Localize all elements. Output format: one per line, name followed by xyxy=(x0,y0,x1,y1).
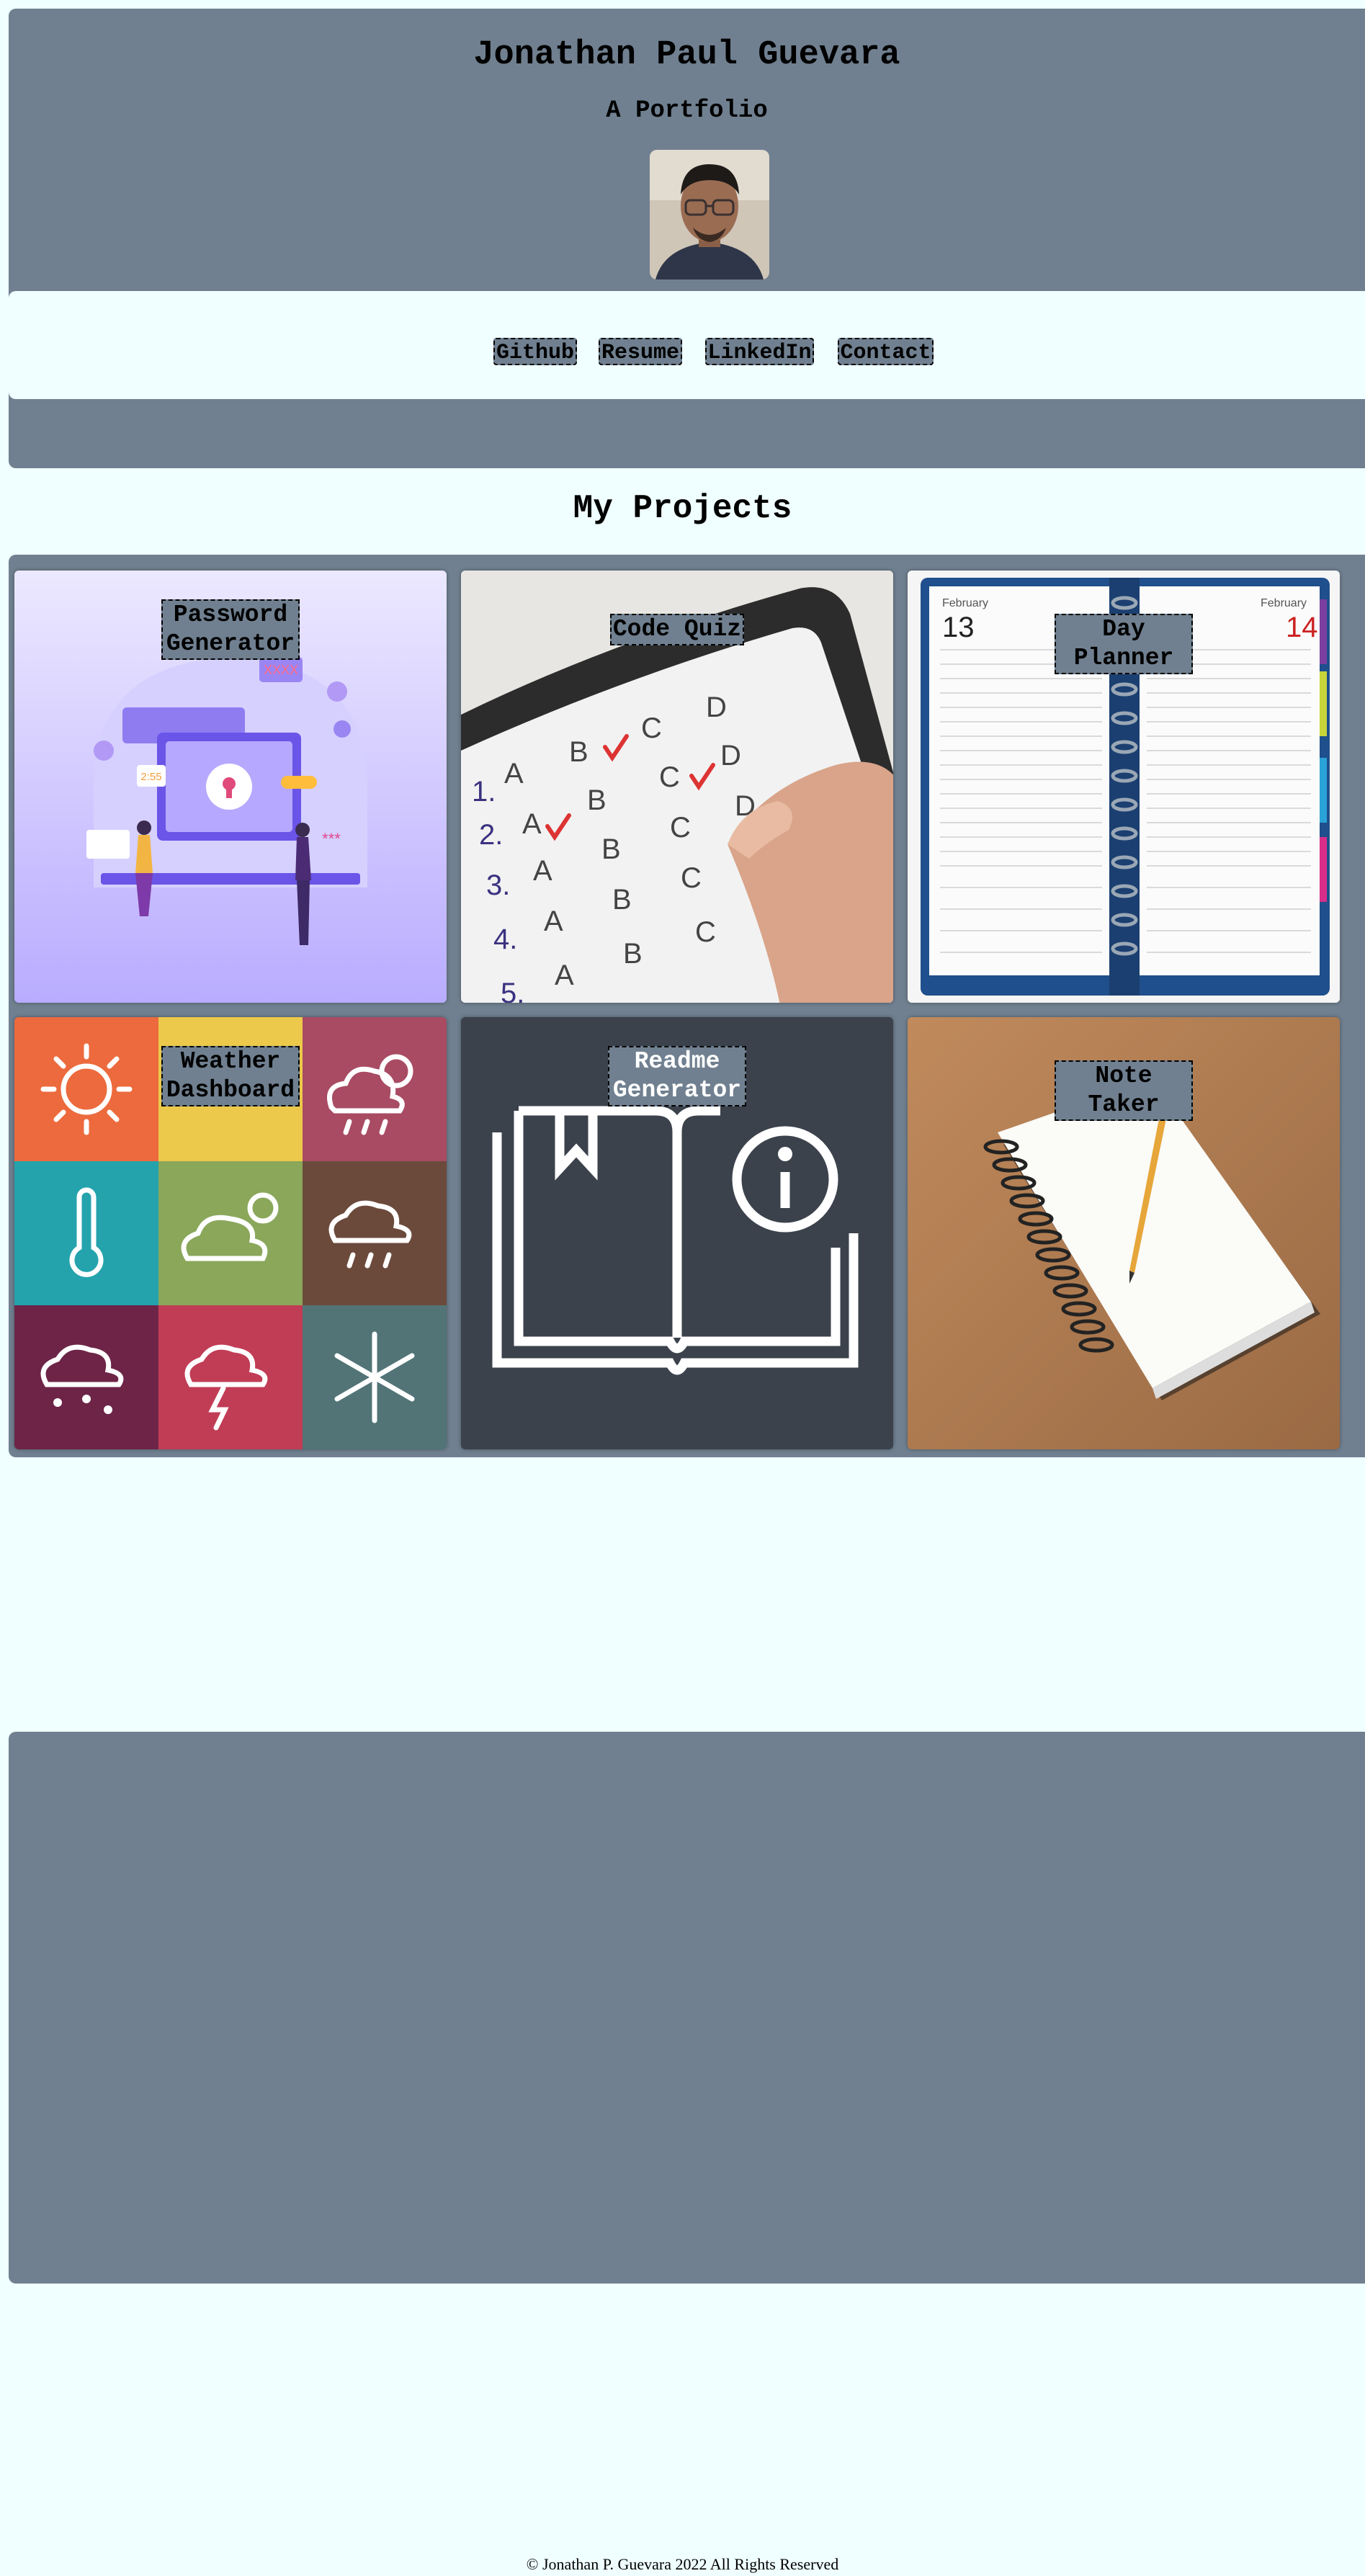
quiz-option-label: A xyxy=(533,855,552,887)
project-title-code-quiz: Code Quiz xyxy=(609,614,745,645)
projects-heading: My Projects xyxy=(573,490,792,527)
quiz-row-label: 3. xyxy=(486,869,510,901)
profile-photo xyxy=(650,150,769,279)
code-art-label: XXXX xyxy=(264,663,298,677)
quiz-option-label: A xyxy=(522,808,542,840)
nav-contact-link[interactable]: Contact xyxy=(838,338,934,365)
project-title-password-generator: Password Generator xyxy=(161,599,300,660)
project-title-weather-dashboard: Weather Dashboard xyxy=(161,1046,300,1106)
quiz-row-label: 2. xyxy=(479,819,503,851)
contact-panel xyxy=(9,1732,1365,2284)
quiz-option-label: D xyxy=(720,740,741,772)
quiz-option-label: C xyxy=(659,761,680,793)
quiz-option-label: B xyxy=(569,736,588,768)
nav-github-link[interactable]: Github xyxy=(493,338,577,365)
quiz-row-label: 1. xyxy=(472,776,496,808)
quiz-row-label: 5. xyxy=(501,978,524,1003)
project-card-note-taker[interactable]: Note Taker xyxy=(908,1017,1340,1449)
quiz-option-label: A xyxy=(544,905,563,937)
site-header: Jonathan Paul Guevara A Portfolio Github… xyxy=(9,9,1365,468)
project-card-readme-generator[interactable]: Readme Generator xyxy=(461,1017,893,1449)
project-title-day-planner: Day Planner xyxy=(1055,614,1193,674)
project-title-note-taker: Note Taker xyxy=(1055,1060,1193,1121)
quiz-option-label: C xyxy=(670,812,691,844)
nav-resume-link[interactable]: Resume xyxy=(599,338,682,365)
quiz-row-label: 4. xyxy=(493,923,517,955)
quiz-option-label: A xyxy=(555,960,574,991)
site-title: Jonathan Paul Guevara xyxy=(473,36,900,74)
timer-art-label: 2:55 xyxy=(140,771,161,783)
site-subtitle: A Portfolio xyxy=(606,97,768,125)
project-card-password-generator[interactable]: XXXX 2:55 *** Password Generator xyxy=(14,571,447,1003)
nav-bar: Github Resume LinkedIn Contact xyxy=(9,291,1365,399)
project-card-day-planner[interactable]: February 13 February 14 Day Planner xyxy=(908,571,1340,1003)
quiz-option-label: D xyxy=(706,692,727,723)
quiz-option-label: B xyxy=(612,884,632,916)
quiz-option-label: B xyxy=(623,938,643,970)
project-title-readme-generator: Readme Generator xyxy=(608,1046,746,1106)
projects-panel: XXXX 2:55 *** Password Generator 1. A B … xyxy=(9,555,1365,1457)
nav-linkedin-link[interactable]: LinkedIn xyxy=(705,338,814,365)
project-card-weather-dashboard[interactable]: Weather Dashboard xyxy=(14,1017,447,1449)
quiz-option-label: A xyxy=(504,758,524,790)
footer-copyright: © Jonathan P. Guevara 2022 All Rights Re… xyxy=(526,2555,839,2573)
quiz-option-label: B xyxy=(601,833,621,865)
planner-right-month: February xyxy=(1261,597,1307,609)
quiz-option-label: C xyxy=(681,862,702,894)
planner-left-month: February xyxy=(942,597,988,609)
project-card-code-quiz[interactable]: 1. A B C D 2. A B C D 3. A B C D 4. A B … xyxy=(461,571,893,1003)
quiz-option-label: C xyxy=(695,916,716,948)
quiz-option-label: C xyxy=(641,712,662,744)
quiz-option-label: B xyxy=(587,784,607,816)
mask-art-label: *** xyxy=(322,830,341,848)
